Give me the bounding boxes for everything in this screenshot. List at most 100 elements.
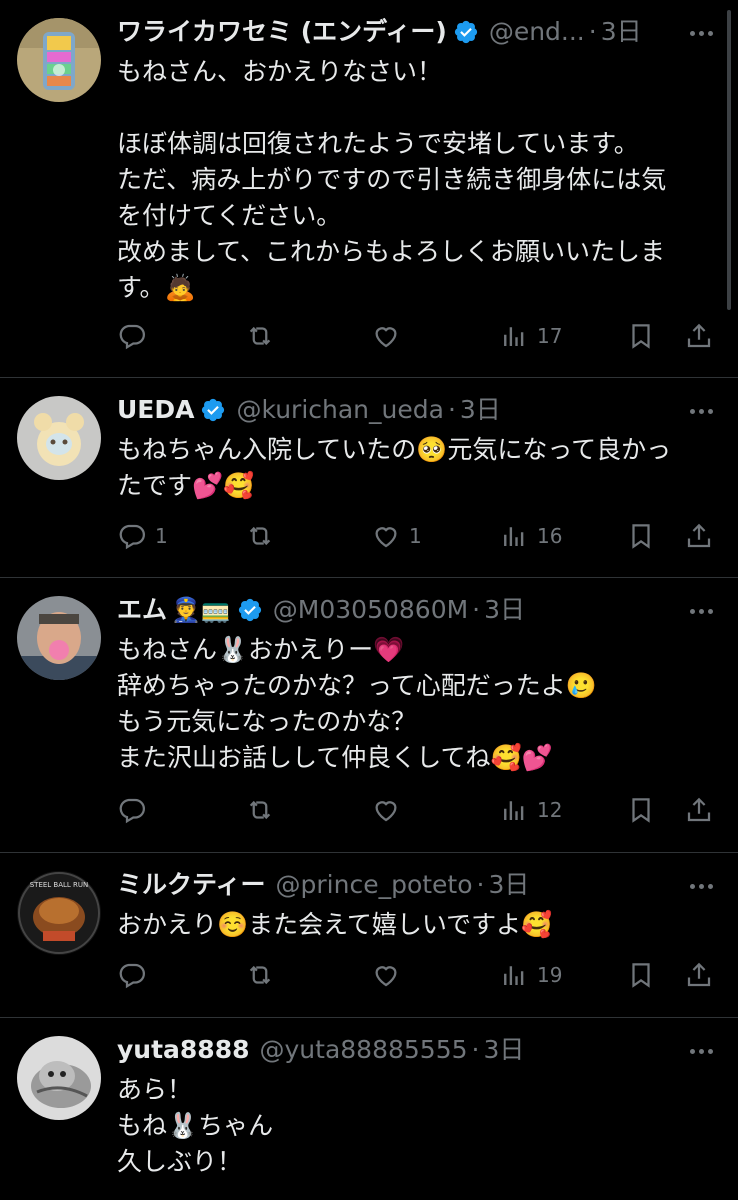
share-upload-icon xyxy=(687,323,711,348)
avatar[interactable] xyxy=(17,596,101,680)
views-button[interactable]: 19 xyxy=(499,955,562,995)
action-bar: 17 xyxy=(117,316,718,356)
bookmark-button[interactable] xyxy=(626,516,656,556)
tweet-header: UEDA @kurichan_ueda · 3日 xyxy=(117,392,668,428)
tweet-text-line: もねさん🐰おかえりー💗 xyxy=(117,635,405,664)
bookmark-icon xyxy=(632,524,650,549)
bookmark-icon xyxy=(632,798,650,823)
user-handle[interactable]: @M03050860M xyxy=(273,592,468,628)
display-name-emoji: 👮🚃 xyxy=(171,596,231,624)
display-name[interactable]: エム xyxy=(117,592,167,628)
scrollbar[interactable] xyxy=(727,10,731,310)
tweet-header: ワライカワセミ (エンディー) @end... · 3日 xyxy=(117,14,668,50)
bar-chart-icon xyxy=(504,327,524,346)
separator-dot: · xyxy=(471,1035,480,1064)
tweet-card[interactable]: STEEL BALL RUN ミルクティー @prince_poteto · 3… xyxy=(0,853,738,1018)
more-dots-icon[interactable] xyxy=(684,869,718,903)
action-bar: 19 xyxy=(117,955,718,995)
user-handle[interactable]: @end... xyxy=(489,14,585,50)
timestamp[interactable]: 3日 xyxy=(483,1032,524,1068)
speech-bubble-icon xyxy=(119,798,145,824)
avatar[interactable] xyxy=(17,396,101,480)
tweet-text-line: また沢山お話しして仲良くしてね🥰💕 xyxy=(117,743,553,772)
avatar[interactable] xyxy=(17,18,101,102)
display-name[interactable]: ワライカワセミ (エンディー) xyxy=(117,14,447,50)
user-handle[interactable]: @kurichan_ueda xyxy=(236,392,443,428)
like-button[interactable]: 1 xyxy=(371,516,422,556)
retweet-button[interactable] xyxy=(245,790,283,830)
bar-chart-icon xyxy=(504,966,524,985)
display-name[interactable]: ミルクティー xyxy=(117,867,266,903)
like-button[interactable] xyxy=(371,316,409,356)
verified-badge-icon xyxy=(454,20,477,44)
more-dots-icon[interactable] xyxy=(684,1034,718,1068)
share-upload-icon xyxy=(687,962,711,987)
tweet-card[interactable]: UEDA @kurichan_ueda · 3日 もねちゃん入院していたの🥺元気… xyxy=(0,378,738,578)
user-handle[interactable]: @yuta88885555 xyxy=(260,1032,468,1068)
tweet-card[interactable]: ワライカワセミ (エンディー) @end... · 3日 もねさん、おかえりなさ… xyxy=(0,0,738,378)
retweet-button[interactable] xyxy=(245,516,283,556)
more-dots-icon[interactable] xyxy=(684,16,718,50)
heart-icon xyxy=(375,801,397,822)
tweet-header: yuta8888 @yuta88885555 · 3日 xyxy=(117,1032,668,1068)
timestamp[interactable]: 3日 xyxy=(488,867,529,903)
share-button[interactable] xyxy=(684,955,714,995)
action-bar: 12 xyxy=(117,790,718,830)
like-button[interactable] xyxy=(371,955,409,995)
separator-dot: · xyxy=(447,395,456,424)
display-name[interactable]: UEDA xyxy=(117,392,194,428)
heart-icon xyxy=(375,327,397,348)
like-button[interactable] xyxy=(371,790,409,830)
tweet-text-line: もね🐰ちゃん xyxy=(117,1111,274,1140)
reply-button[interactable] xyxy=(117,790,155,830)
more-dots-icon[interactable] xyxy=(684,594,718,628)
reply-feed: ワライカワセミ (エンディー) @end... · 3日 もねさん、おかえりなさ… xyxy=(0,0,738,1200)
bookmark-button[interactable] xyxy=(626,790,656,830)
views-button[interactable]: 12 xyxy=(499,790,562,830)
bookmark-icon xyxy=(632,963,650,988)
display-name[interactable]: yuta8888 xyxy=(117,1032,250,1068)
speech-bubble-icon xyxy=(119,524,145,550)
separator-dot: · xyxy=(472,595,481,624)
tweet-text-line: を付けてください。 xyxy=(117,201,342,230)
tweet-text-line: ただ、病み上がりですので引き続き御身体には気 xyxy=(117,165,667,194)
tweet-text: もねちゃん入院していたの🥺元気になって良かっ たです💕🥰 xyxy=(117,432,718,504)
tweet-card[interactable]: yuta8888 @yuta88885555 · 3日 あら！ もね🐰ちゃん 久… xyxy=(0,1018,738,1200)
retweet-button[interactable] xyxy=(245,955,283,995)
tweet-text-line: あら！ xyxy=(117,1075,193,1104)
avatar[interactable] xyxy=(17,1036,101,1120)
reply-button[interactable] xyxy=(117,316,155,356)
tweet-text-line: おかえり☺️また会えて嬉しいですよ🥰 xyxy=(117,910,553,939)
timestamp[interactable]: 3日 xyxy=(601,14,642,50)
share-button[interactable] xyxy=(684,790,714,830)
speech-bubble-icon xyxy=(119,324,145,350)
user-handle[interactable]: @prince_poteto xyxy=(276,867,473,903)
views-button[interactable]: 16 xyxy=(499,516,562,556)
views-count: 16 xyxy=(537,524,563,548)
reply-button[interactable]: 1 xyxy=(117,516,168,556)
tweet-text: もねさん、おかえりなさい！ ほぼ体調は回復されたようで安堵しています。 ただ、病… xyxy=(117,54,718,306)
more-dots-icon[interactable] xyxy=(684,394,718,428)
tweet-text: もねさん🐰おかえりー💗 辞めちゃったのかな？って心配だったよ🥲 もう元気になった… xyxy=(117,632,718,776)
tweet-text: おかえり☺️また会えて嬉しいですよ🥰 xyxy=(117,907,718,943)
bar-chart-icon xyxy=(504,801,524,820)
avatar[interactable]: STEEL BALL RUN xyxy=(17,871,101,955)
timestamp[interactable]: 3日 xyxy=(460,392,501,428)
retweet-button[interactable] xyxy=(245,316,283,356)
timestamp[interactable]: 3日 xyxy=(484,592,525,628)
share-upload-icon xyxy=(687,797,711,822)
share-button[interactable] xyxy=(684,316,714,356)
bookmark-button[interactable] xyxy=(626,955,656,995)
tweet-card[interactable]: エム 👮🚃 @M03050860M · 3日 もねさん🐰おかえりー💗 辞めちゃっ… xyxy=(0,578,738,853)
bar-chart-icon xyxy=(504,527,524,546)
bookmark-button[interactable] xyxy=(626,316,656,356)
views-button[interactable]: 17 xyxy=(499,316,562,356)
tweet-text-line: もねちゃん入院していたの🥺元気になって良かっ xyxy=(117,435,672,464)
retweet-arrows-icon xyxy=(249,526,271,546)
heart-icon xyxy=(375,966,397,987)
retweet-arrows-icon xyxy=(249,326,271,346)
tweet-header: エム 👮🚃 @M03050860M · 3日 xyxy=(117,592,668,628)
reply-button[interactable] xyxy=(117,955,155,995)
tweet-text-line: 久しぶり！ xyxy=(117,1147,243,1176)
share-button[interactable] xyxy=(684,516,714,556)
